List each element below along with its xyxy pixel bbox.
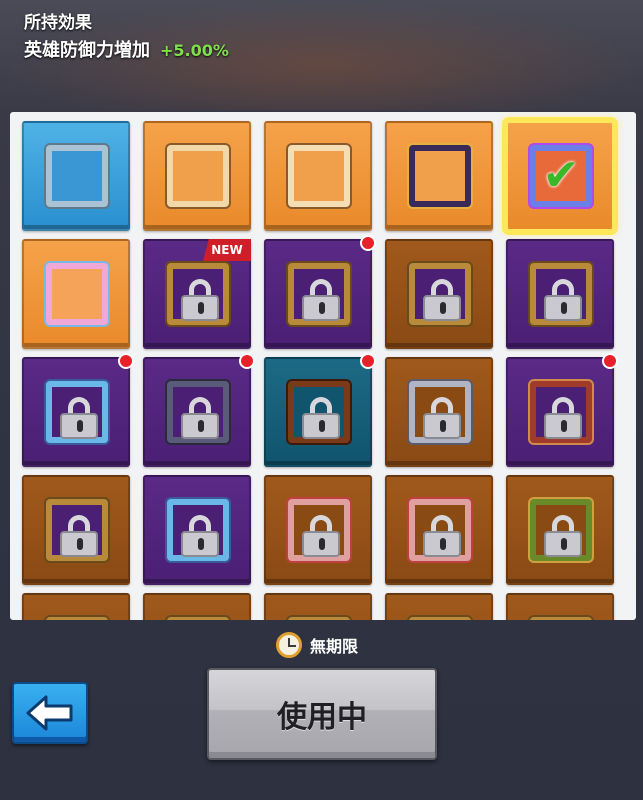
effect-stat-value: +5.00% — [160, 41, 229, 60]
frame-cell[interactable] — [264, 121, 372, 231]
use-button[interactable]: 使用中 — [207, 668, 437, 760]
notification-dot — [239, 353, 255, 369]
lock-icon — [60, 515, 98, 557]
frame-cell-locked[interactable] — [506, 353, 618, 467]
duration-label: 無期限 — [310, 637, 359, 656]
new-badge: NEW — [203, 239, 251, 261]
frame-preview — [409, 617, 471, 620]
frame-cell[interactable] — [22, 239, 130, 349]
clock-icon — [276, 632, 302, 658]
frame-cell[interactable] — [143, 121, 251, 231]
notification-dot — [360, 353, 376, 369]
duration-info: 無期限 — [276, 632, 358, 658]
check-icon: ✔ — [542, 150, 580, 201]
notification-dot — [118, 353, 134, 369]
back-button[interactable] — [12, 682, 88, 744]
frame-preview — [167, 617, 229, 620]
notification-dot — [360, 235, 376, 251]
lock-icon — [60, 397, 98, 439]
lock-icon — [302, 397, 340, 439]
lock-icon — [423, 279, 461, 321]
frame-cell-locked[interactable] — [143, 353, 255, 467]
frame-preview — [46, 263, 108, 325]
frame-cell[interactable] — [22, 121, 130, 231]
frame-cell-locked[interactable] — [385, 475, 493, 585]
frame-cell-locked[interactable] — [385, 593, 493, 620]
effect-stat-row: 英雄防御力増加 +5.00% — [24, 36, 229, 62]
frame-cell-locked[interactable] — [385, 357, 493, 467]
frame-cell-locked[interactable] — [506, 239, 614, 349]
frame-preview — [46, 617, 108, 620]
frame-preview — [46, 145, 108, 207]
frame-cell-locked[interactable] — [264, 475, 372, 585]
lock-icon — [181, 397, 219, 439]
arrow-left-icon — [26, 695, 73, 731]
lock-icon — [544, 279, 582, 321]
lock-icon — [423, 515, 461, 557]
effect-stat-name: 英雄防御力増加 — [24, 40, 150, 61]
frame-preview — [530, 617, 592, 620]
effect-title: 所持効果 — [24, 13, 92, 33]
frame-cell-locked[interactable] — [506, 593, 614, 620]
frame-cell-locked[interactable] — [22, 353, 134, 467]
lock-icon — [181, 279, 219, 321]
frame-cell-locked[interactable] — [143, 593, 251, 620]
frame-cell[interactable]: ✔ — [506, 121, 614, 231]
lock-icon — [423, 397, 461, 439]
frame-cell-locked[interactable] — [385, 239, 493, 349]
frame-cell-locked[interactable] — [264, 593, 372, 620]
lock-icon — [544, 397, 582, 439]
frame-preview — [167, 145, 229, 207]
frame-cell-locked[interactable] — [22, 593, 130, 620]
frame-preview — [409, 145, 471, 207]
frame-cell[interactable] — [385, 121, 493, 231]
frame-collection-panel[interactable]: ✔ NEW — [10, 112, 636, 620]
frame-cell-locked[interactable] — [143, 475, 251, 585]
frame-cell-locked[interactable] — [22, 475, 130, 585]
frame-cell-locked[interactable] — [264, 353, 376, 467]
lock-icon — [302, 279, 340, 321]
lock-icon — [302, 515, 340, 557]
frame-preview — [288, 145, 350, 207]
frame-cell-locked[interactable] — [506, 475, 614, 585]
lock-icon — [181, 515, 219, 557]
frame-cell-locked[interactable] — [264, 235, 376, 349]
lock-icon — [544, 515, 582, 557]
frame-preview — [288, 617, 350, 620]
notification-dot — [602, 353, 618, 369]
use-button-label: 使用中 — [277, 700, 367, 735]
frame-cell-locked[interactable]: NEW — [143, 239, 251, 349]
